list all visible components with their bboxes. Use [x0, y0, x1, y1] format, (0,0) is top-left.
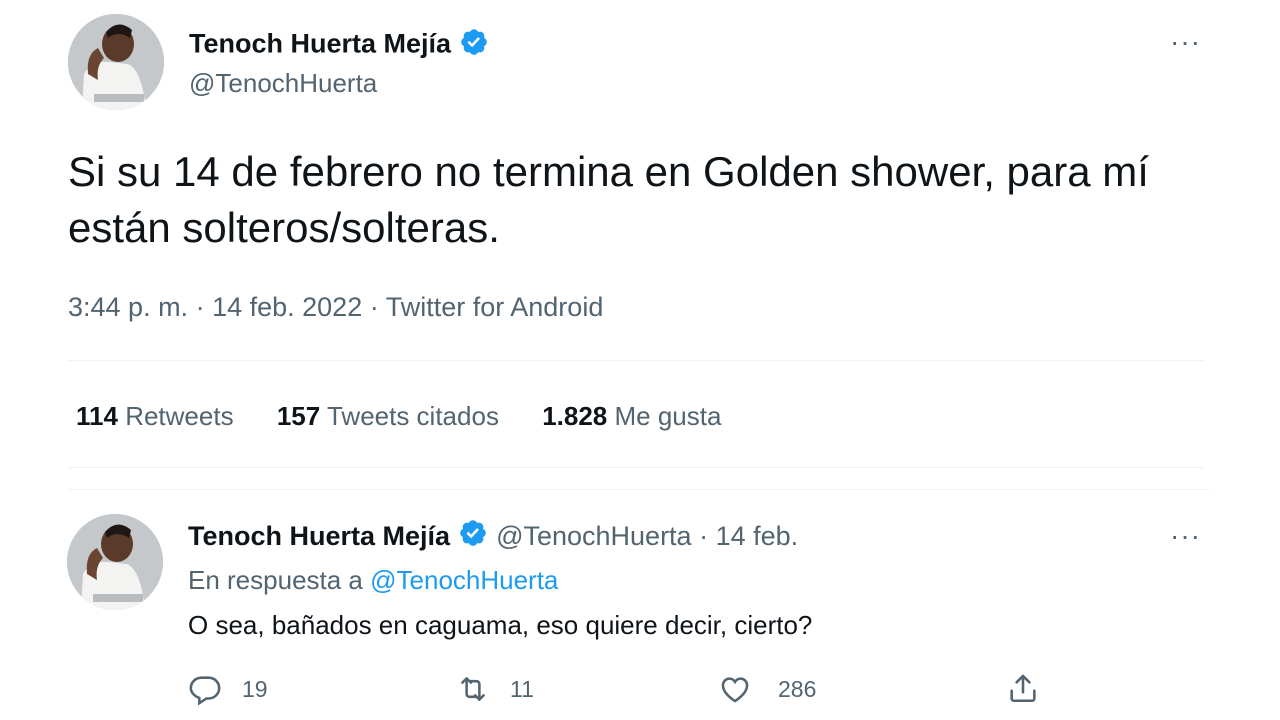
reply-action[interactable]: 19: [188, 672, 268, 706]
retweet-count: 11: [510, 675, 534, 702]
divider: [68, 360, 1204, 361]
retweet-action[interactable]: 11: [454, 672, 534, 706]
quotes-count: 157: [276, 401, 321, 431]
likes-label: Me gusta: [614, 401, 722, 431]
reply-to-line: En respuesta a @TenochHuerta: [188, 565, 558, 596]
meta-separator: ·: [691, 521, 716, 551]
divider: [68, 467, 1204, 468]
reply-author-name[interactable]: Tenoch Huerta Mejía: [188, 521, 450, 552]
likes-stat[interactable]: 1.828 Me gusta: [542, 401, 721, 431]
reply-count: 19: [242, 675, 268, 702]
author-name-text: Tenoch Huerta Mejía: [189, 28, 452, 59]
share-icon: [1006, 670, 1040, 706]
heart-icon: [718, 672, 752, 706]
reply-author-avatar[interactable]: [67, 514, 163, 610]
quotes-label: Tweets citados: [326, 401, 499, 431]
reply-author-handle[interactable]: @TenochHuerta: [496, 521, 692, 552]
quotes-stat[interactable]: 157 Tweets citados: [277, 401, 499, 431]
meta-separator: ·: [188, 292, 213, 322]
author-name[interactable]: Tenoch Huerta Mejía: [189, 27, 489, 64]
author-handle[interactable]: @TenochHuerta: [189, 68, 377, 99]
retweets-stat[interactable]: 114 Retweets: [76, 401, 234, 431]
reply-date[interactable]: 14 feb.: [716, 521, 799, 552]
reply-to-prefix: En respuesta a: [188, 565, 371, 595]
tweet-stats: 114 Retweets 157 Tweets citados 1.828 Me…: [76, 401, 757, 432]
avatar-photo: [68, 14, 164, 110]
reply-text: O sea, bañados en caguama, eso quiere de…: [188, 610, 813, 640]
tweet-text: Si su 14 de febrero no termina en Golden…: [68, 148, 1149, 251]
reply-to-mention[interactable]: @TenochHuerta: [370, 565, 558, 595]
divider: [68, 489, 1210, 490]
comment-icon: [188, 672, 222, 706]
tweet-date[interactable]: 14 feb. 2022: [212, 292, 362, 322]
likes-count: 1.828: [542, 401, 608, 431]
retweet-icon: [454, 672, 492, 706]
more-options-icon[interactable]: ···: [1170, 28, 1201, 56]
verified-badge-icon: [458, 518, 488, 555]
like-count: 286: [778, 675, 817, 702]
avatar-photo: [67, 514, 163, 610]
retweets-count: 114: [76, 401, 118, 431]
share-action[interactable]: [1006, 670, 1040, 706]
verified-badge-icon: [459, 27, 489, 64]
reply-more-options-icon[interactable]: ···: [1170, 522, 1201, 550]
meta-separator: ·: [362, 292, 386, 322]
retweets-label: Retweets: [125, 401, 234, 431]
like-action[interactable]: 286: [718, 672, 816, 706]
author-avatar[interactable]: [68, 14, 164, 110]
tweet-meta: 3:44 p. m. · 14 feb. 2022 · Twitter for …: [68, 292, 603, 323]
tweet-source[interactable]: Twitter for Android: [386, 292, 604, 322]
tweet-time[interactable]: 3:44 p. m.: [68, 292, 188, 322]
reply-header: Tenoch Huerta Mejía @TenochHuerta · 14 f…: [188, 518, 798, 555]
